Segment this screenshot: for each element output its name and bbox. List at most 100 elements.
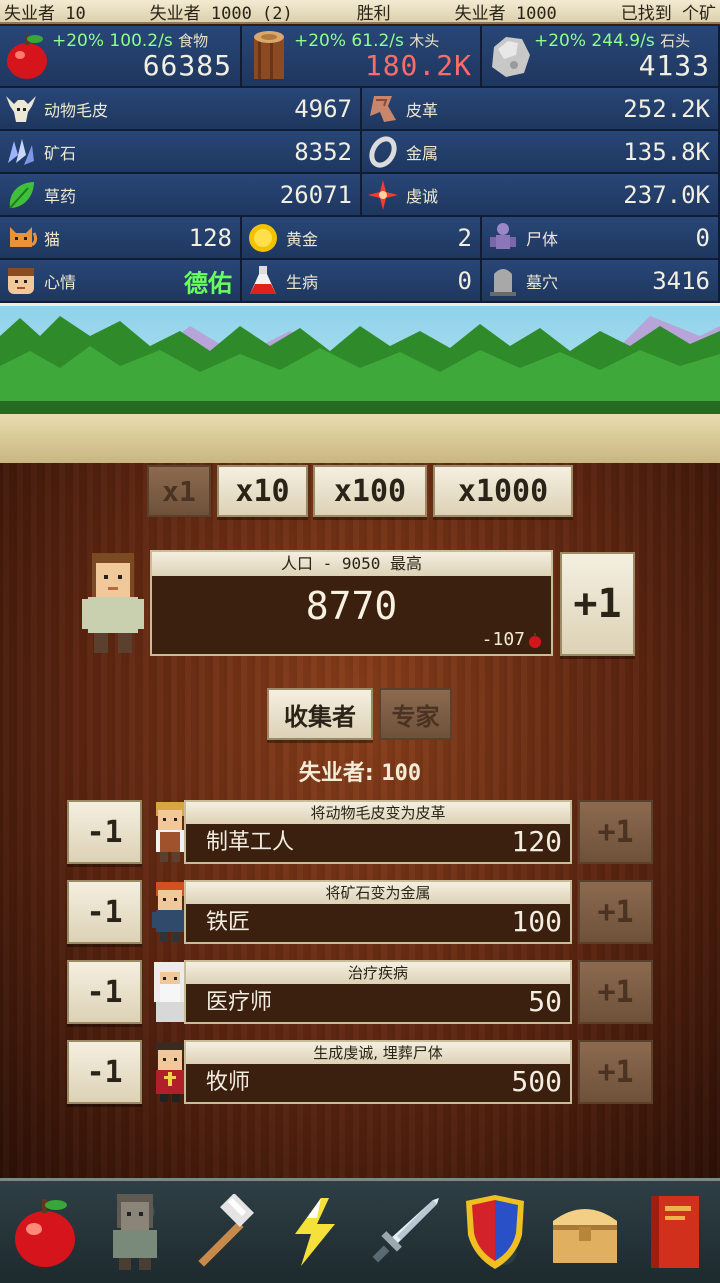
sword-icon — [372, 1198, 439, 1263]
multiplier-x10-button[interactable]: x10 — [217, 465, 308, 517]
resource-animal-hides[interactable]: 动物毛皮 4967 — [0, 88, 362, 131]
multiplier-x100-button[interactable]: x100 — [313, 465, 427, 517]
nav-food[interactable] — [5, 1187, 85, 1277]
resource-label: 黄金 — [286, 229, 319, 249]
nav-upgrades[interactable] — [275, 1187, 355, 1277]
topbar-item: 失业者 10 — [4, 3, 86, 24]
topbar-item: 已找到 个矿 — [620, 3, 716, 24]
tab-experts[interactable]: 专家 — [379, 688, 452, 740]
corpse-icon — [490, 222, 516, 249]
log-icon — [254, 31, 284, 79]
stone-icon — [492, 37, 530, 77]
gold-coin-icon — [249, 223, 277, 252]
resource-sick[interactable]: 生病 0 — [242, 260, 482, 303]
unemployed-line: 失业者: 100 — [0, 755, 720, 787]
resource-label: 墓穴 — [526, 272, 559, 292]
decrease-cleric-button[interactable]: -1 — [67, 1040, 142, 1104]
job-name: 制革工人 — [206, 830, 295, 855]
resource-value: 4967 — [294, 94, 352, 123]
apple-icon — [7, 35, 47, 79]
nav-defense[interactable] — [455, 1187, 535, 1277]
unemployed-value: 100 — [381, 761, 422, 786]
tab-gatherers[interactable]: 收集者 — [267, 688, 373, 740]
resource-leather[interactable]: 皮革 252.2K — [362, 88, 720, 131]
decrease-healer-button[interactable]: -1 — [67, 960, 142, 1024]
job-name: 铁匠 — [206, 910, 251, 935]
resource-stone[interactable]: +20% 244.9/s 石头 4133 — [482, 26, 720, 88]
villager-avatar — [82, 553, 144, 653]
bottom-nav — [0, 1178, 720, 1283]
job-description: 生成虔诚, 埋葬尸体 — [186, 1042, 570, 1064]
hammer-icon — [198, 1194, 254, 1267]
forest-scene — [0, 306, 720, 466]
nav-population[interactable] — [95, 1187, 175, 1277]
top-status-bar: 失业者 10 失业者 1000 (2) 胜利 失业者 1000 已找到 个矿 — [0, 0, 720, 24]
resource-label: 心情 — [44, 272, 77, 292]
increase-blacksmith-button[interactable]: +1 — [578, 880, 653, 944]
stone-label: 石头 — [660, 32, 691, 50]
resource-gold[interactable]: 黄金 2 — [242, 217, 482, 260]
resource-metal[interactable]: 金属 135.8K — [362, 131, 720, 174]
grave-icon — [490, 268, 516, 296]
job-count: 500 — [511, 1065, 562, 1098]
resource-mood[interactable]: 心情 德佑 — [0, 260, 242, 303]
topbar-item: 失业者 1000 — [454, 3, 557, 24]
wood-rate: +20% 61.2/s — [294, 31, 404, 51]
main-panel: x1 x10 x100 x1000 人口 - 9050 最高 8770 -107… — [0, 463, 720, 1178]
chest-icon — [553, 1209, 617, 1263]
job-card-healer: 治疗疾病 医疗师 50 — [184, 960, 572, 1024]
resource-wood[interactable]: +20% 61.2/s 木头 180.2K — [242, 26, 482, 88]
food-label: 食物 — [178, 32, 209, 50]
resource-value: 237.0K — [623, 180, 710, 209]
resource-label: 矿石 — [44, 143, 77, 163]
increase-tanner-button[interactable]: +1 — [578, 800, 653, 864]
wood-label: 木头 — [409, 32, 440, 50]
resource-label: 虔诚 — [406, 186, 439, 206]
resource-value: 26071 — [279, 180, 352, 209]
job-card-blacksmith: 将矿石变为金属 铁匠 100 — [184, 880, 572, 944]
resource-value: 0 — [695, 223, 710, 252]
leather-icon — [370, 95, 396, 122]
resource-food[interactable]: +20% 100.2/s 食物 66385 — [0, 26, 242, 88]
face-icon — [8, 267, 34, 294]
resource-corpses[interactable]: 尸体 0 — [482, 217, 720, 260]
apple-icon — [529, 632, 541, 648]
multiplier-x1000-button[interactable]: x1000 — [433, 465, 573, 517]
population-value: 8770 — [305, 584, 398, 628]
nav-crafting[interactable] — [185, 1187, 265, 1277]
increase-cleric-button[interactable]: +1 — [578, 1040, 653, 1104]
multiplier-x1-button[interactable]: x1 — [147, 465, 211, 517]
decrease-blacksmith-button[interactable]: -1 — [67, 880, 142, 944]
population-card: 人口 - 9050 最高 8770 -107 — [150, 550, 553, 656]
nav-inventory[interactable] — [545, 1187, 625, 1277]
apple-icon — [15, 1199, 75, 1267]
book-icon — [651, 1196, 699, 1268]
resource-value: 128 — [188, 223, 232, 252]
resource-label: 皮革 — [406, 100, 439, 120]
population-header: 人口 - 9050 最高 — [152, 552, 551, 576]
job-description: 将动物毛皮变为皮革 — [186, 802, 570, 824]
shield-icon — [466, 1195, 524, 1269]
resource-graves[interactable]: 墓穴 3416 — [482, 260, 720, 303]
resource-herbs[interactable]: 草药 26071 — [0, 174, 362, 217]
job-card-cleric: 生成虔诚, 埋葬尸体 牧师 500 — [184, 1040, 572, 1104]
population-food-delta: -107 — [482, 629, 543, 650]
food-value: 66385 — [142, 49, 232, 82]
job-count: 120 — [511, 825, 562, 858]
nav-journal[interactable] — [635, 1187, 715, 1277]
nav-combat[interactable] — [365, 1187, 445, 1277]
job-description: 治疗疾病 — [186, 962, 570, 984]
topbar-item: 失业者 1000 (2) — [149, 3, 293, 24]
resource-ore[interactable]: 矿石 8352 — [0, 131, 362, 174]
increase-healer-button[interactable]: +1 — [578, 960, 653, 1024]
unemployed-label: 失业者: — [298, 761, 374, 786]
job-description: 将矿石变为金属 — [186, 882, 570, 904]
resource-value: 8352 — [294, 137, 352, 166]
add-population-button[interactable]: +1 — [560, 552, 635, 656]
resource-cats[interactable]: 猫 128 — [0, 217, 242, 260]
resource-value: 252.2K — [623, 94, 710, 123]
resource-panel: +20% 100.2/s 食物 66385 +20% 61.2/s 木头 180… — [0, 26, 720, 303]
stone-value: 4133 — [638, 49, 710, 82]
resource-faith[interactable]: 虔诚 237.0K — [362, 174, 720, 217]
decrease-tanner-button[interactable]: -1 — [67, 800, 142, 864]
